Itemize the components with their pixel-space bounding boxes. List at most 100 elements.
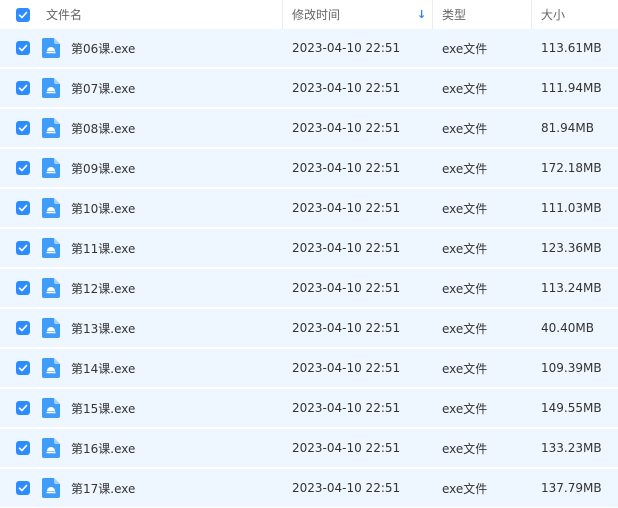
file-row[interactable]: 第14课.exe 2023-04-10 22:51 exe文件 109.39MB — [0, 349, 618, 387]
row-checkbox[interactable] — [16, 149, 32, 187]
file-type: exe文件 — [442, 401, 488, 416]
file-row[interactable]: 第16课.exe 2023-04-10 22:51 exe文件 133.23MB — [0, 429, 618, 467]
checkbox-checked-icon — [16, 121, 30, 135]
file-mtime: 2023-04-10 22:51 — [292, 321, 401, 335]
exe-file-icon — [42, 469, 60, 507]
file-type: exe文件 — [442, 481, 488, 496]
list-header: 文件名 修改时间 ↓ 类型 大小 — [0, 0, 618, 29]
file-mtime: 2023-04-10 22:51 — [292, 441, 401, 455]
file-row[interactable]: 第08课.exe 2023-04-10 22:51 exe文件 81.94MB — [0, 109, 618, 147]
exe-file-icon — [42, 29, 60, 67]
file-size: 113.61MB — [541, 41, 602, 55]
checkbox-checked-icon — [16, 321, 30, 335]
row-checkbox[interactable] — [16, 469, 32, 507]
file-mtime: 2023-04-10 22:51 — [292, 401, 401, 415]
file-list: 文件名 修改时间 ↓ 类型 大小 第06课.exe 2023-04-10 22:… — [0, 0, 618, 508]
checkbox-checked-icon — [16, 201, 30, 215]
checkbox-checked-icon — [16, 361, 30, 375]
checkbox-checked-icon — [16, 281, 30, 295]
row-checkbox[interactable] — [16, 429, 32, 467]
file-name[interactable]: 第12课.exe — [71, 269, 135, 307]
checkbox-checked-icon — [16, 41, 30, 55]
row-checkbox[interactable] — [16, 69, 32, 107]
checkbox-checked-icon — [16, 241, 30, 255]
row-checkbox[interactable] — [16, 29, 32, 67]
column-divider[interactable] — [531, 0, 532, 29]
file-row[interactable]: 第17课.exe 2023-04-10 22:51 exe文件 137.79MB — [0, 469, 618, 507]
file-mtime: 2023-04-10 22:51 — [292, 281, 401, 295]
file-name[interactable]: 第16课.exe — [71, 429, 135, 467]
checkbox-checked-icon — [16, 81, 30, 95]
column-divider[interactable] — [282, 0, 283, 29]
file-rows: 第06课.exe 2023-04-10 22:51 exe文件 113.61MB… — [0, 29, 618, 507]
file-row[interactable]: 第06课.exe 2023-04-10 22:51 exe文件 113.61MB — [0, 29, 618, 67]
arrow-down-icon[interactable]: ↓ — [417, 0, 426, 29]
file-row[interactable]: 第15课.exe 2023-04-10 22:51 exe文件 149.55MB — [0, 389, 618, 427]
file-row[interactable]: 第10课.exe 2023-04-10 22:51 exe文件 111.03MB — [0, 189, 618, 227]
file-type: exe文件 — [442, 321, 488, 336]
file-name[interactable]: 第06课.exe — [71, 29, 135, 67]
file-name[interactable]: 第15课.exe — [71, 389, 135, 427]
column-header-size[interactable]: 大小 — [541, 0, 565, 29]
file-name[interactable]: 第11课.exe — [71, 229, 135, 267]
file-size: 109.39MB — [541, 361, 602, 375]
file-row[interactable]: 第07课.exe 2023-04-10 22:51 exe文件 111.94MB — [0, 69, 618, 107]
file-size: 172.18MB — [541, 161, 602, 175]
file-mtime: 2023-04-10 22:51 — [292, 121, 401, 135]
file-name[interactable]: 第08课.exe — [71, 109, 135, 147]
exe-file-icon — [42, 429, 60, 467]
file-size: 137.79MB — [541, 481, 602, 495]
file-size: 81.94MB — [541, 121, 594, 135]
checkbox-checked-icon — [16, 7, 30, 22]
column-divider[interactable] — [432, 0, 433, 29]
file-row[interactable]: 第09课.exe 2023-04-10 22:51 exe文件 172.18MB — [0, 149, 618, 187]
file-type: exe文件 — [442, 281, 488, 296]
exe-file-icon — [42, 389, 60, 427]
file-mtime: 2023-04-10 22:51 — [292, 201, 401, 215]
file-name[interactable]: 第07课.exe — [71, 69, 135, 107]
file-mtime: 2023-04-10 22:51 — [292, 361, 401, 375]
exe-file-icon — [42, 349, 60, 387]
file-name[interactable]: 第09课.exe — [71, 149, 135, 187]
exe-file-icon — [42, 269, 60, 307]
file-name[interactable]: 第10课.exe — [71, 189, 135, 227]
column-header-type[interactable]: 类型 — [442, 0, 466, 29]
file-size: 123.36MB — [541, 241, 602, 255]
file-type: exe文件 — [442, 81, 488, 96]
file-name[interactable]: 第13课.exe — [71, 309, 135, 347]
checkbox-checked-icon — [16, 401, 30, 415]
row-checkbox[interactable] — [16, 389, 32, 427]
file-row[interactable]: 第13课.exe 2023-04-10 22:51 exe文件 40.40MB — [0, 309, 618, 347]
column-header-mtime[interactable]: 修改时间 — [292, 0, 340, 29]
file-mtime: 2023-04-10 22:51 — [292, 41, 401, 55]
checkbox-checked-icon — [16, 161, 30, 175]
select-all-checkbox[interactable] — [16, 0, 32, 29]
exe-file-icon — [42, 189, 60, 227]
file-mtime: 2023-04-10 22:51 — [292, 81, 401, 95]
file-size: 111.03MB — [541, 201, 602, 215]
file-type: exe文件 — [442, 121, 488, 136]
exe-file-icon — [42, 69, 60, 107]
file-type: exe文件 — [442, 241, 488, 256]
row-checkbox[interactable] — [16, 349, 32, 387]
file-size: 133.23MB — [541, 441, 602, 455]
file-name[interactable]: 第17课.exe — [71, 469, 135, 507]
row-checkbox[interactable] — [16, 189, 32, 227]
file-row[interactable]: 第11课.exe 2023-04-10 22:51 exe文件 123.36MB — [0, 229, 618, 267]
checkbox-checked-icon — [16, 481, 30, 495]
file-type: exe文件 — [442, 361, 488, 376]
file-name[interactable]: 第14课.exe — [71, 349, 135, 387]
exe-file-icon — [42, 109, 60, 147]
row-checkbox[interactable] — [16, 309, 32, 347]
row-checkbox[interactable] — [16, 229, 32, 267]
row-checkbox[interactable] — [16, 109, 32, 147]
column-header-name[interactable]: 文件名 — [46, 0, 82, 29]
file-type: exe文件 — [442, 201, 488, 216]
file-size: 111.94MB — [541, 81, 602, 95]
exe-file-icon — [42, 309, 60, 347]
file-row[interactable]: 第12课.exe 2023-04-10 22:51 exe文件 113.24MB — [0, 269, 618, 307]
file-type: exe文件 — [442, 41, 488, 56]
row-checkbox[interactable] — [16, 269, 32, 307]
checkbox-checked-icon — [16, 441, 30, 455]
file-mtime: 2023-04-10 22:51 — [292, 481, 401, 495]
